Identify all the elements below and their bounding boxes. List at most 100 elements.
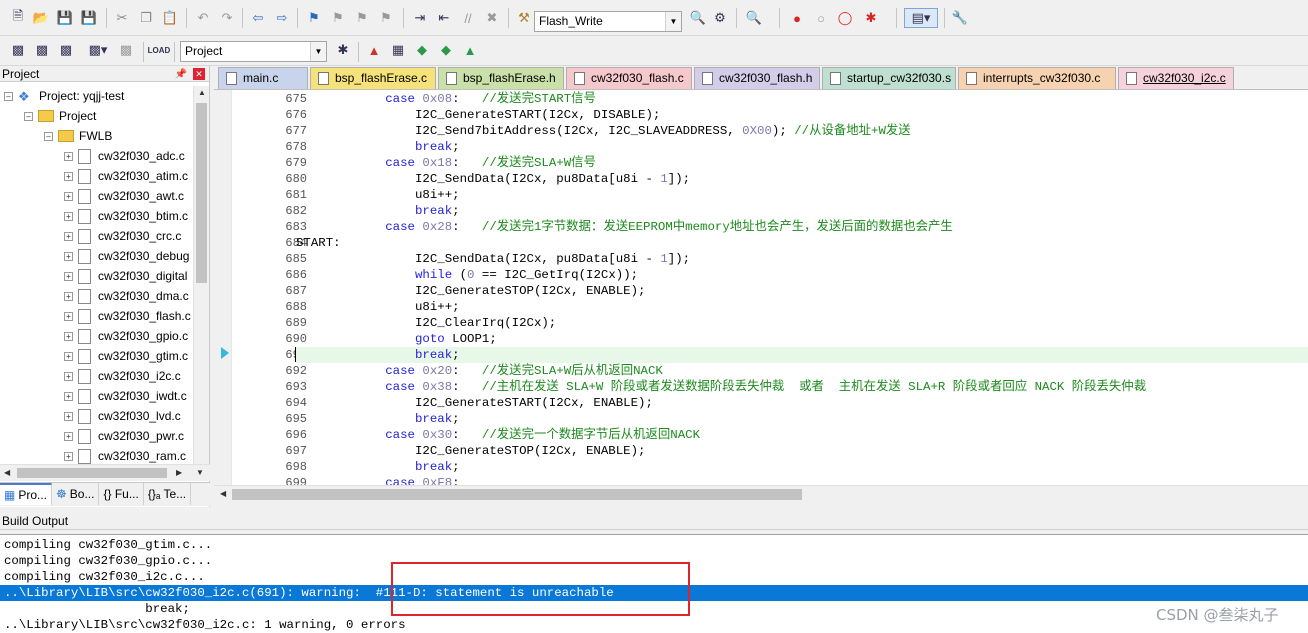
editor-tab[interactable]: interrupts_cw32f030.c — [958, 67, 1116, 89]
code-line[interactable]: I2C_GenerateSTART(I2Cx, ENABLE); — [296, 395, 1308, 411]
scroll-up-icon[interactable]: ▲ — [198, 88, 206, 97]
scroll-thumb[interactable] — [196, 103, 207, 283]
file-item[interactable]: + cw32f030_i2c.c — [64, 366, 181, 386]
undo-icon[interactable]: ↶ — [193, 8, 213, 28]
editor-tab[interactable]: bsp_flashErase.h — [438, 67, 564, 89]
new-file-icon[interactable]: 🗎 — [8, 8, 28, 28]
build-line[interactable]: compiling cw32f030_i2c.c... — [4, 569, 205, 585]
file-item[interactable]: + cw32f030_debug — [64, 246, 189, 266]
build-line[interactable]: compiling cw32f030_gtim.c... — [4, 537, 212, 553]
file-item[interactable]: + cw32f030_btim.c — [64, 206, 188, 226]
nav-back-icon[interactable]: ⇦ — [248, 8, 268, 28]
expand-icon[interactable]: + — [64, 411, 73, 421]
file-item[interactable]: + cw32f030_digital — [64, 266, 187, 286]
code-line[interactable]: I2C_GenerateSTOP(I2Cx, ENABLE); — [296, 443, 1308, 459]
code-line[interactable]: break; — [296, 459, 1308, 475]
expand-icon[interactable]: + — [64, 311, 73, 321]
pack-installer-icon[interactable]: ◆ — [436, 40, 456, 60]
expand-icon[interactable]: + — [64, 171, 73, 181]
tree-root[interactable]: – ❖ Project: yqjj-test — [4, 86, 124, 106]
file-item[interactable]: + cw32f030_flash.c — [64, 306, 191, 326]
unindent-icon[interactable]: ⇤ — [434, 8, 454, 28]
stop-build-icon[interactable]: ▩ — [116, 40, 136, 60]
code-line[interactable]: case 0x38: //主机在发送 SLA+W 阶段或者发送数据阶段丢失仲裁 … — [296, 379, 1308, 395]
build-line[interactable]: break; — [4, 601, 190, 617]
tree-folder[interactable]: – FWLB — [44, 126, 112, 146]
download-icon[interactable]: LOAD — [148, 40, 171, 60]
code-line[interactable]: START: — [296, 235, 1308, 251]
expand-icon[interactable]: + — [64, 151, 73, 161]
expand-icon[interactable]: + — [64, 231, 73, 241]
code-line[interactable]: case 0xF8: — [296, 475, 1308, 485]
breakpoint-icon[interactable]: ● — [787, 8, 807, 28]
project-hscroll[interactable]: ◀ ▶ ▼ — [0, 464, 210, 481]
code-line[interactable]: case 0x20: //发送完SLA+W后从机返回NACK — [296, 363, 1308, 379]
collapse-icon[interactable]: – — [44, 131, 53, 141]
project-combo[interactable]: Project ▼ — [180, 41, 327, 62]
file-item[interactable]: + cw32f030_awt.c — [64, 186, 184, 206]
manage-rte-icon[interactable]: ◆ — [412, 40, 432, 60]
project-vscroll[interactable]: ▲ — [193, 86, 209, 468]
target-options-icon[interactable]: ✱ — [333, 40, 353, 60]
editor-tab[interactable]: cw32f030_flash.h — [694, 67, 820, 89]
file-item[interactable]: + cw32f030_dma.c — [64, 286, 189, 306]
paste-icon[interactable]: 📋 — [160, 8, 180, 28]
code-line[interactable]: case 0x30: //发送完一个数据字节后从机返回NACK — [296, 427, 1308, 443]
expand-icon[interactable]: + — [64, 451, 73, 461]
redo-icon[interactable]: ↷ — [217, 8, 237, 28]
scroll-right-icon[interactable]: ▶ — [176, 468, 182, 477]
manage-icon[interactable]: ⚙ — [710, 8, 730, 28]
pin-icon[interactable]: 📌 — [175, 67, 187, 83]
scroll-thumb[interactable] — [17, 468, 167, 478]
expand-icon[interactable]: + — [64, 271, 73, 281]
scroll-left-icon[interactable]: ◀ — [220, 489, 226, 498]
rebuild-icon[interactable]: ▩ — [56, 40, 76, 60]
debug-start-icon[interactable]: 🔍 — [744, 8, 764, 28]
manage-project-items-icon[interactable]: ▲ — [364, 40, 384, 60]
expand-icon[interactable]: + — [64, 391, 73, 401]
expand-icon[interactable]: + — [64, 291, 73, 301]
collapse-icon[interactable]: – — [24, 111, 33, 121]
breakpoint-manage-icon[interactable]: ✱ — [861, 8, 881, 28]
code-line[interactable]: u8i++; — [296, 299, 1308, 315]
editor-tab[interactable]: startup_cw32f030.s — [822, 67, 956, 89]
bookmark-clear-icon[interactable]: ⚑ — [376, 8, 396, 28]
comment-icon[interactable]: // — [458, 8, 478, 28]
save-all-icon[interactable]: 💾 — [79, 8, 99, 28]
code-line[interactable]: goto LOOP1; — [296, 331, 1308, 347]
editor-tab[interactable]: main.c — [218, 67, 308, 89]
bookmark-next-icon[interactable]: ⚑ — [352, 8, 372, 28]
build-line[interactable]: ..\Library\LIB\src\cw32f030_i2c.c: 1 war… — [4, 617, 406, 633]
code-line[interactable]: break; — [296, 203, 1308, 219]
file-item[interactable]: + cw32f030_iwdt.c — [64, 386, 187, 406]
code-line[interactable]: I2C_SendData(I2Cx, pu8Data[u8i - 1]); — [296, 251, 1308, 267]
copy-icon[interactable]: ❐ — [136, 8, 156, 28]
window-layout-icon[interactable]: ▤▾ — [904, 8, 938, 28]
file-item[interactable]: + cw32f030_ram.c — [64, 446, 186, 466]
file-item[interactable]: + cw32f030_lvd.c — [64, 406, 181, 426]
editor-hscroll[interactable]: ◀ — [214, 485, 1308, 502]
save-icon[interactable]: 💾 — [55, 8, 75, 28]
bookmark-prev-icon[interactable]: ⚑ — [328, 8, 348, 28]
breakpoint-disable-icon[interactable]: ○ — [811, 8, 831, 28]
select-packs-icon[interactable]: ▦ — [388, 40, 408, 60]
expand-icon[interactable]: + — [64, 211, 73, 221]
code-line[interactable]: case 0x28: //发送完1字节数据：发送EEPROM中memory地址也… — [296, 219, 1308, 235]
code-line[interactable]: I2C_Send7bitAddress(I2Cx, I2C_SLAVEADDRE… — [296, 123, 1308, 139]
target-combo[interactable]: Flash_Write ▼ — [534, 11, 682, 32]
file-item[interactable]: + cw32f030_adc.c — [64, 146, 185, 166]
expand-icon[interactable]: + — [64, 351, 73, 361]
indent-icon[interactable]: ⇥ — [410, 8, 430, 28]
build-icon[interactable]: ▩ — [32, 40, 52, 60]
code-editor[interactable]: 675 case 0x08: //发送完START信号 676 I2C_Gener… — [214, 90, 1308, 485]
open-folder-icon[interactable]: 📂 — [31, 8, 51, 28]
code-line[interactable]: break; — [296, 139, 1308, 155]
collapse-icon[interactable]: – — [4, 91, 13, 101]
scroll-down-icon[interactable]: ▼ — [196, 468, 204, 477]
code-line[interactable]: break; — [296, 411, 1308, 427]
tab-books[interactable]: ☸ Bo... — [52, 483, 100, 505]
component-icon[interactable]: ▲ — [460, 40, 480, 60]
file-item[interactable]: + cw32f030_gpio.c — [64, 326, 188, 346]
editor-tab[interactable]: bsp_flashErase.c — [310, 67, 436, 89]
batch-build-icon[interactable]: ▩▾ — [84, 40, 112, 60]
